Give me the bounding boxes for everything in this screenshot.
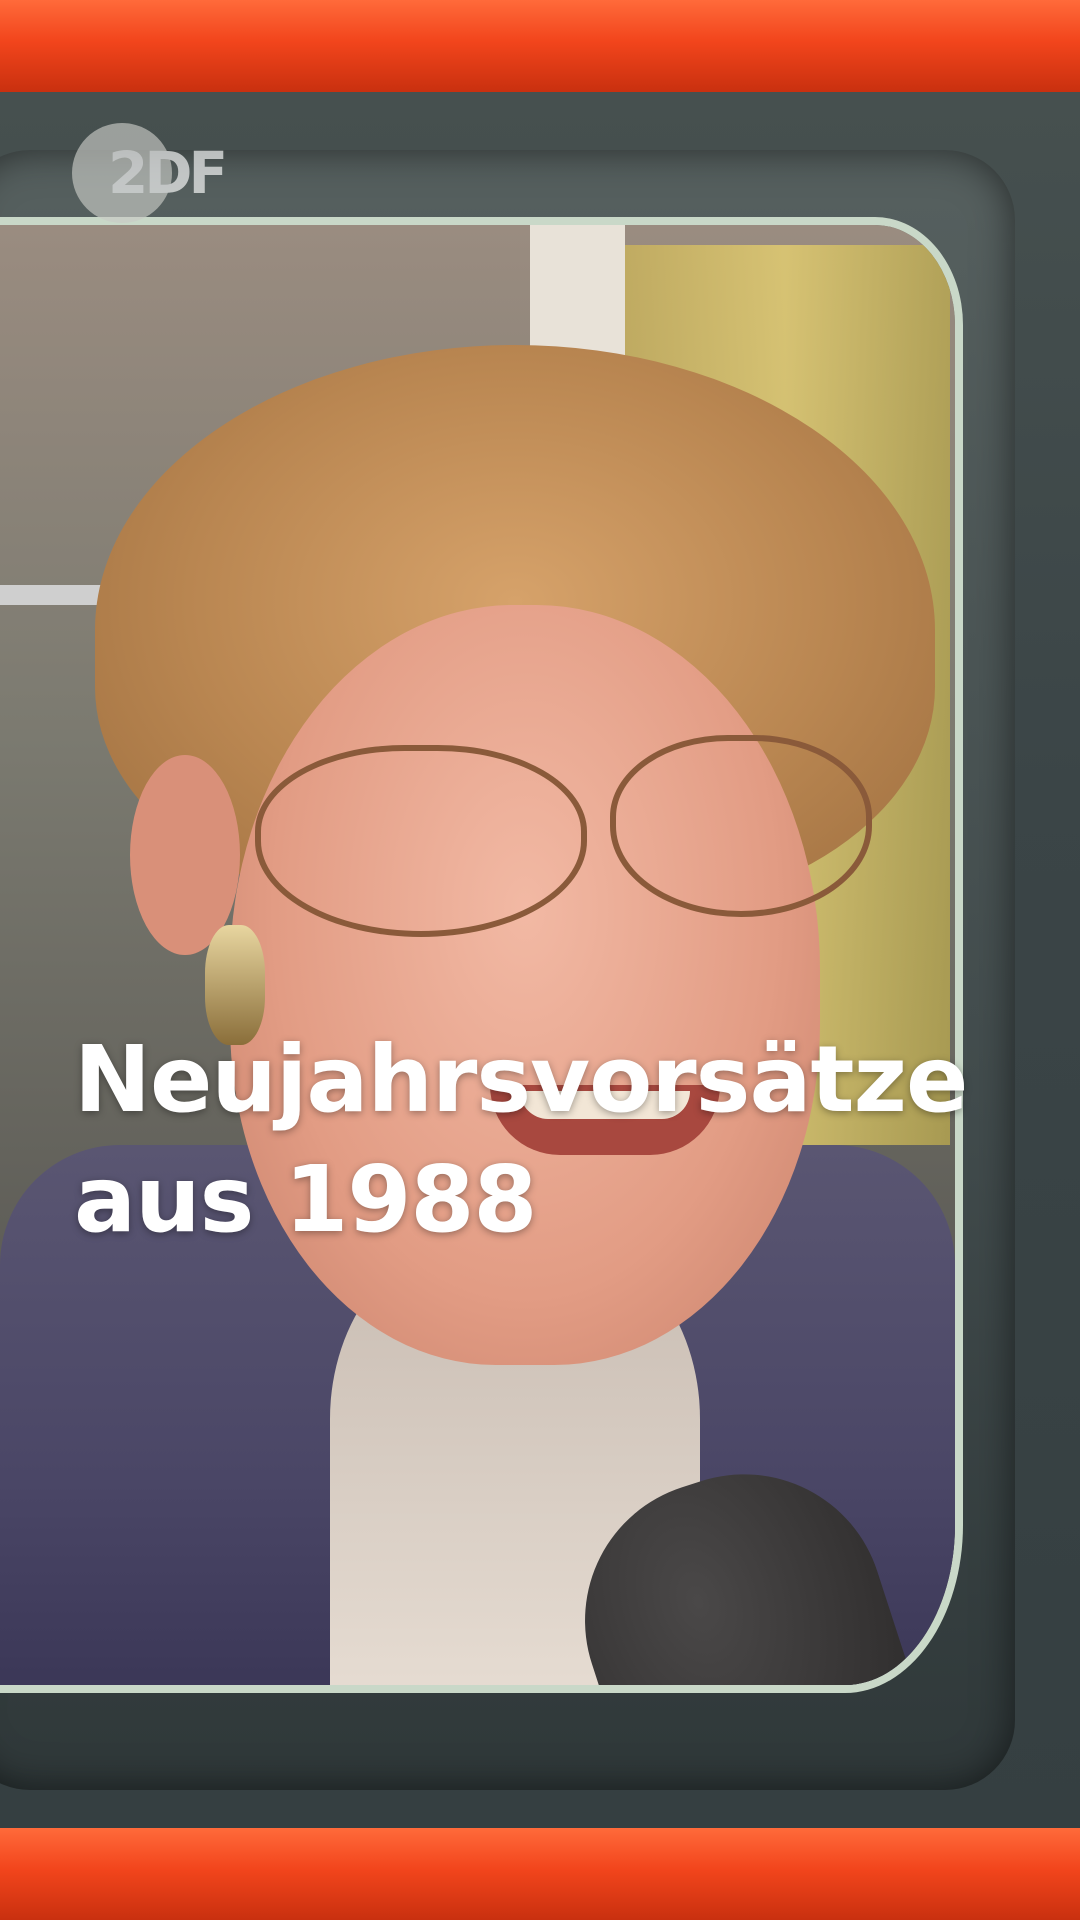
tv-screen-video (0, 225, 955, 1685)
bottom-orange-stripe (0, 1828, 1080, 1920)
top-orange-stripe (0, 0, 1080, 92)
title-line-2: aus 1988 (74, 1146, 537, 1253)
zdf-logo: 2DF (72, 118, 228, 228)
logo-text: 2DF (108, 139, 228, 207)
title-line-1: Neujahrsvorsätze (74, 1026, 968, 1133)
glasses-right-lens (610, 735, 872, 917)
video-title: Neujahrsvorsätze aus 1988 (74, 1020, 974, 1260)
glasses-left-lens (255, 745, 587, 937)
